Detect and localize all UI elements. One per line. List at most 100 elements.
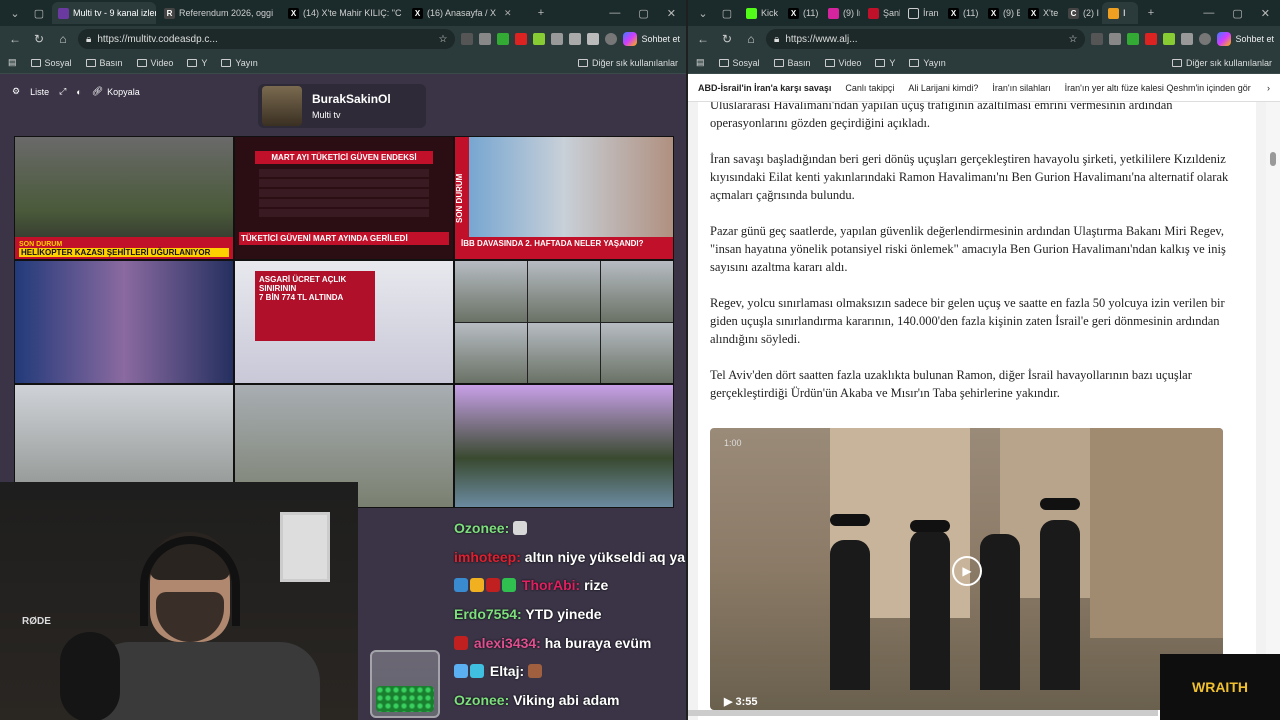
topic-link[interactable]: Ali Larijani kimdi?: [908, 83, 978, 93]
microphone: [60, 632, 120, 720]
play-icon[interactable]: ▶: [952, 556, 982, 586]
video-cell-9[interactable]: [454, 384, 674, 508]
extension-icon[interactable]: [1145, 33, 1158, 45]
layout-icon[interactable]: ◐: [76, 87, 81, 97]
minimize-icon[interactable]: —: [609, 7, 620, 20]
tab-actions-icon[interactable]: ⌄: [4, 2, 26, 24]
profile-avatar[interactable]: [605, 33, 618, 45]
fullscreen-icon[interactable]: ⤢: [59, 86, 66, 97]
extension-icon[interactable]: [551, 33, 564, 45]
tab-referendum[interactable]: R Referendum 2026, oggi ✕: [158, 2, 280, 24]
tab-iran[interactable]: İran: [902, 2, 940, 24]
close-window-icon[interactable]: ✕: [1261, 7, 1270, 20]
horizontal-scrollbar[interactable]: [688, 710, 1158, 716]
video-cell-1[interactable]: SON DURUM HELİKOPTER KAZASI ŞEHİTLERİ UĞ…: [14, 136, 234, 260]
copilot-button[interactable]: Sohbet et: [623, 32, 680, 46]
bookmark-folder-sosyal[interactable]: Sosyal: [30, 58, 72, 68]
video-cell-6[interactable]: [454, 260, 674, 384]
tab-x-4[interactable]: X X'te: [1022, 2, 1060, 24]
extension-icon[interactable]: [461, 33, 474, 45]
home-icon[interactable]: ⌂: [742, 30, 760, 48]
split-screen-icon[interactable]: [569, 33, 582, 45]
tab-label: X'te: [1043, 8, 1059, 18]
address-bar[interactable]: 🔒︎ https://www.alj... ☆: [766, 29, 1086, 49]
vertical-scrollbar[interactable]: [1266, 102, 1280, 720]
tab-instagram[interactable]: (9) In: [822, 2, 860, 24]
workspaces-icon[interactable]: ▢: [716, 2, 738, 24]
bookmark-folder-video[interactable]: Video: [824, 58, 861, 68]
home-icon[interactable]: ⌂: [54, 30, 72, 48]
minimize-icon[interactable]: —: [1203, 7, 1214, 20]
chat-message: Eltaj:: [454, 663, 544, 679]
bookmark-label: Video: [150, 57, 174, 68]
back-icon[interactable]: ←: [694, 30, 712, 48]
chevron-right-icon[interactable]: ›: [1267, 83, 1270, 93]
tab-multitv[interactable]: Multi tv - 9 kanal izlenir ✕: [52, 2, 156, 24]
tab-x-3[interactable]: X (9) B: [982, 2, 1020, 24]
bookmark-folder-yayin[interactable]: Yayın: [909, 58, 946, 68]
bookmark-folder-basin[interactable]: Basın: [85, 58, 123, 68]
favorites-icon[interactable]: [587, 33, 600, 45]
bookmarks-bar: ▤ Sosyal Basın Video Y Yayın Diğer sık k…: [688, 52, 1280, 74]
other-favorites[interactable]: Diğer sık kullanılanlar: [1171, 58, 1272, 68]
video-cell-4[interactable]: [14, 260, 234, 384]
maximize-icon[interactable]: ▢: [1232, 7, 1242, 20]
extension-icon[interactable]: [497, 33, 510, 45]
tip-jar: [370, 650, 440, 718]
extension-icon[interactable]: [1109, 33, 1122, 45]
bookmark-folder-y[interactable]: Y: [187, 58, 207, 68]
tab-x-home[interactable]: X (16) Anasayfa / X ✕: [406, 2, 528, 24]
tab-sanli[interactable]: Şanlı: [862, 2, 900, 24]
extension-icon[interactable]: [1127, 33, 1140, 45]
bookmark-toggle-icon[interactable]: ▤: [8, 57, 17, 68]
x-logo-icon: X: [412, 7, 423, 19]
video-cell-5[interactable]: ASGARİ ÜCRET AÇLIK SINIRININ 7 BİN 774 T…: [234, 260, 454, 384]
refresh-icon[interactable]: ↻: [718, 30, 736, 48]
maximize-icon[interactable]: ▢: [638, 7, 648, 20]
bookmark-toggle-icon[interactable]: ▤: [696, 57, 705, 68]
profile-avatar[interactable]: [1199, 33, 1212, 45]
article-video[interactable]: ▶ 1:00 ▶ 3:55: [710, 428, 1223, 710]
extension-icon[interactable]: [479, 33, 492, 45]
new-tab-icon[interactable]: +: [530, 2, 552, 24]
list-button[interactable]: Liste: [30, 87, 49, 97]
new-tab-icon[interactable]: +: [1140, 2, 1162, 24]
other-favorites[interactable]: Diğer sık kullanılanlar: [577, 58, 678, 68]
extension-icon[interactable]: [1091, 33, 1104, 45]
bookmark-folder-yayin[interactable]: Yayın: [221, 58, 258, 68]
extension-icon[interactable]: [1163, 33, 1176, 45]
favorite-star-icon[interactable]: ☆: [1069, 34, 1078, 45]
copy-button[interactable]: 🔗︎ Kopyala: [92, 86, 140, 97]
bookmark-folder-sosyal[interactable]: Sosyal: [718, 58, 760, 68]
bookmark-folder-basin[interactable]: Basın: [773, 58, 811, 68]
refresh-icon[interactable]: ↻: [30, 30, 48, 48]
copilot-button[interactable]: Sohbet et: [1217, 32, 1274, 46]
tab-other[interactable]: C (2) I: [1062, 2, 1100, 24]
topic-link[interactable]: İran'ın silahları: [992, 83, 1050, 93]
tab-actions-icon[interactable]: ⌄: [692, 2, 714, 24]
tab-kick[interactable]: Kick: [740, 2, 780, 24]
address-bar[interactable]: 🔒︎ https://multitv.codeasdp.c... ☆: [78, 29, 456, 49]
close-icon[interactable]: ✕: [504, 8, 512, 19]
extension-icon[interactable]: [515, 33, 528, 45]
video-cell-3[interactable]: SON DURUM İBB DAVASINDA 2. HAFTADA NELER…: [454, 136, 674, 260]
gear-icon[interactable]: ⚙: [12, 86, 20, 97]
extension-icon[interactable]: [533, 33, 546, 45]
topic-link[interactable]: İran'ın yer altı füze kalesi Qeshm'in iç…: [1065, 83, 1251, 93]
extension-icon[interactable]: [1181, 33, 1194, 45]
back-icon[interactable]: ←: [6, 30, 24, 48]
tab-x-mahir[interactable]: X (14) X'te Mahir KILIÇ: "C ✕: [282, 2, 404, 24]
tab-x-2[interactable]: X (11): [942, 2, 980, 24]
tab-x[interactable]: X (11): [782, 2, 820, 24]
tab-aljazeera[interactable]: I: [1102, 2, 1138, 24]
topic-link[interactable]: Canlı takipçi: [845, 83, 894, 93]
video-cell-2[interactable]: MART AYI TÜKETİCİ GÜVEN ENDEKSİ TÜKETİCİ…: [234, 136, 454, 260]
workspaces-icon[interactable]: ▢: [28, 2, 50, 24]
bookmark-folder-video[interactable]: Video: [136, 57, 174, 68]
bookmark-folder-y[interactable]: Y: [875, 58, 895, 68]
topic-link[interactable]: ABD-İsrail'in İran'a karşı savaşı: [698, 83, 831, 93]
channel-profile[interactable]: BurakSakinOl Multi tv: [258, 84, 426, 128]
close-window-icon[interactable]: ✕: [667, 7, 676, 20]
favorite-star-icon[interactable]: ☆: [439, 34, 448, 45]
scrollbar-thumb[interactable]: [1270, 152, 1276, 166]
